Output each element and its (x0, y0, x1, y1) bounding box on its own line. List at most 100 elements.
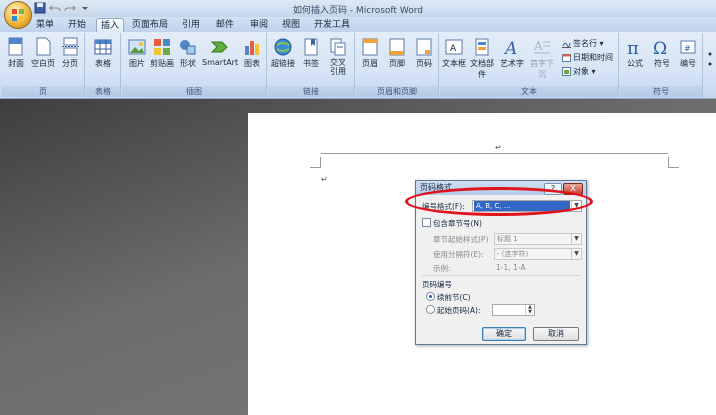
wordart-button[interactable]: A 艺术字 (498, 35, 526, 69)
group-symbols-label: 符号 (620, 86, 702, 97)
footer-icon (389, 38, 405, 56)
bookmark-button[interactable]: 书签 (297, 35, 325, 69)
cross-reference-icon (330, 38, 346, 56)
symbol-label: 符号 (654, 59, 670, 68)
chapter-start-style-value: 标题 1 (497, 235, 518, 243)
tab-mailings[interactable]: 邮件 (214, 18, 236, 32)
smartart-icon (210, 41, 228, 53)
tab-references[interactable]: 引用 (180, 18, 202, 32)
overflow-icon (708, 52, 712, 66)
signature-line-button[interactable]: 签名行 ▾ (562, 38, 604, 49)
separator-select[interactable]: - (连字符) ▼ (494, 248, 582, 260)
textbox-button[interactable]: A 文本框 (440, 35, 468, 69)
symbol-button[interactable]: Ω 符号 (648, 35, 676, 69)
numbering-button[interactable]: # 编号 (674, 35, 702, 69)
drop-cap-icon: A (533, 39, 550, 54)
chart-button[interactable]: 图表 (238, 35, 266, 69)
object-button[interactable]: 对象 ▾ (562, 66, 596, 77)
equation-button[interactable]: π 公式 (621, 35, 649, 69)
chevron-down-icon[interactable]: ▼ (571, 201, 581, 211)
clipart-button[interactable]: 剪贴画 (148, 35, 176, 69)
textbox-label: 文本框 (442, 59, 466, 68)
group-pages: 封面 空白页 分页 页 (2, 33, 85, 97)
continue-label: 续前节(C) (437, 293, 471, 302)
separator-label: 使用分隔符(E): (433, 250, 484, 259)
group-symbols: π 公式 Ω 符号 # 编号 符号 (620, 33, 703, 97)
chapter-start-style-select[interactable]: 标题 1 ▼ (494, 233, 582, 245)
number-format-select[interactable]: A, B, C, ... ▼ (472, 200, 582, 212)
chevron-down-icon[interactable]: ▼ (571, 234, 581, 244)
save-icon[interactable] (34, 2, 46, 14)
ribbon: 封面 空白页 分页 页 表格 表格 图片 剪贴画 形状 SmartArt 图表 … (0, 32, 716, 99)
start-at-label: 起始页码(A): (437, 306, 481, 315)
margin-corner-right (668, 157, 679, 168)
continue-radio[interactable] (426, 292, 435, 301)
tab-home[interactable]: 开始 (64, 18, 90, 32)
chart-icon (245, 41, 259, 55)
pi-icon: π (627, 38, 639, 57)
quick-parts-label: 文档部件 (470, 59, 494, 79)
office-logo-icon (12, 9, 24, 21)
group-illustrations-label: 插图 (122, 86, 266, 97)
help-button[interactable]: ? (544, 183, 562, 195)
page-break-button[interactable]: 分页 (56, 35, 84, 69)
body-paragraph-mark: ↵ (321, 175, 328, 184)
example-value: 1-1, 1-A (496, 263, 526, 272)
tab-insert[interactable]: 插入 (96, 18, 124, 33)
footer-button[interactable]: 页脚 (383, 35, 411, 69)
picture-button[interactable]: 图片 (123, 35, 151, 69)
numbering-label: 编号 (680, 59, 696, 68)
spinner-arrows-icon[interactable]: ▲ ▼ (525, 305, 534, 315)
page-number-button[interactable]: 页码 (410, 35, 438, 69)
cross-reference-label: 交叉引用 (330, 58, 346, 76)
ribbon-tabs: 菜单 开始 插入 页面布局 引用 邮件 审阅 视图 开发工具 (0, 17, 716, 33)
cover-page-button[interactable]: 封面 (2, 35, 30, 69)
group-text-label: 文本 (440, 86, 618, 97)
start-at-radio[interactable] (426, 305, 435, 314)
close-button[interactable]: X (563, 183, 583, 195)
dialog-title: 页码格式 (420, 183, 452, 192)
redo-icon[interactable] (64, 2, 76, 14)
wordart-icon: A (503, 39, 517, 57)
header-paragraph-mark: ↵ (495, 143, 502, 152)
undo-icon[interactable] (49, 2, 61, 14)
blank-page-button[interactable]: 空白页 (29, 35, 57, 69)
section-divider (422, 275, 580, 276)
tab-developer[interactable]: 开发工具 (312, 18, 352, 32)
office-button[interactable] (4, 1, 32, 29)
header-button[interactable]: 页眉 (356, 35, 384, 69)
ribbon-overflow[interactable] (704, 34, 716, 96)
drop-cap-button[interactable]: A 首字下沉 (528, 35, 556, 80)
cross-reference-button[interactable]: 交叉引用 (324, 35, 352, 76)
tab-menu[interactable]: 菜单 (34, 18, 56, 32)
svg-text:π: π (627, 38, 639, 57)
shapes-button[interactable]: 形状 (174, 35, 202, 69)
page-break-icon (62, 37, 79, 56)
chevron-down-icon[interactable]: ▼ (571, 249, 581, 259)
calendar-icon (562, 54, 571, 62)
chart-label: 图表 (244, 59, 260, 68)
group-pages-label: 页 (2, 86, 84, 97)
drop-cap-label: 首字下沉 (530, 59, 554, 79)
hyperlink-button[interactable]: 超链接 (269, 35, 297, 69)
customize-qat-icon[interactable] (79, 2, 91, 14)
smartart-button[interactable]: SmartArt (202, 35, 238, 67)
svg-text:A: A (533, 39, 543, 53)
table-button[interactable]: 表格 (89, 35, 117, 69)
tab-review[interactable]: 审阅 (248, 18, 270, 32)
ok-button[interactable]: 确定 (482, 327, 526, 341)
smartart-label: SmartArt (202, 58, 239, 67)
clipart-icon (154, 39, 170, 55)
tab-page-layout[interactable]: 页面布局 (130, 18, 170, 32)
tab-view[interactable]: 视图 (280, 18, 302, 32)
date-time-button[interactable]: 日期和时间 (562, 52, 613, 63)
clipart-label: 剪贴画 (150, 59, 174, 68)
omega-icon: Ω (653, 39, 667, 57)
textbox-icon: A (445, 39, 463, 55)
start-at-spinner[interactable]: ▲ ▼ (492, 304, 535, 316)
include-chapter-checkbox[interactable] (422, 218, 431, 227)
number-format-value: A, B, C, ... (474, 201, 570, 211)
wordart-label: 艺术字 (500, 59, 524, 68)
cancel-button[interactable]: 取消 (533, 327, 579, 341)
quick-parts-button[interactable]: 文档部件 (468, 35, 496, 80)
